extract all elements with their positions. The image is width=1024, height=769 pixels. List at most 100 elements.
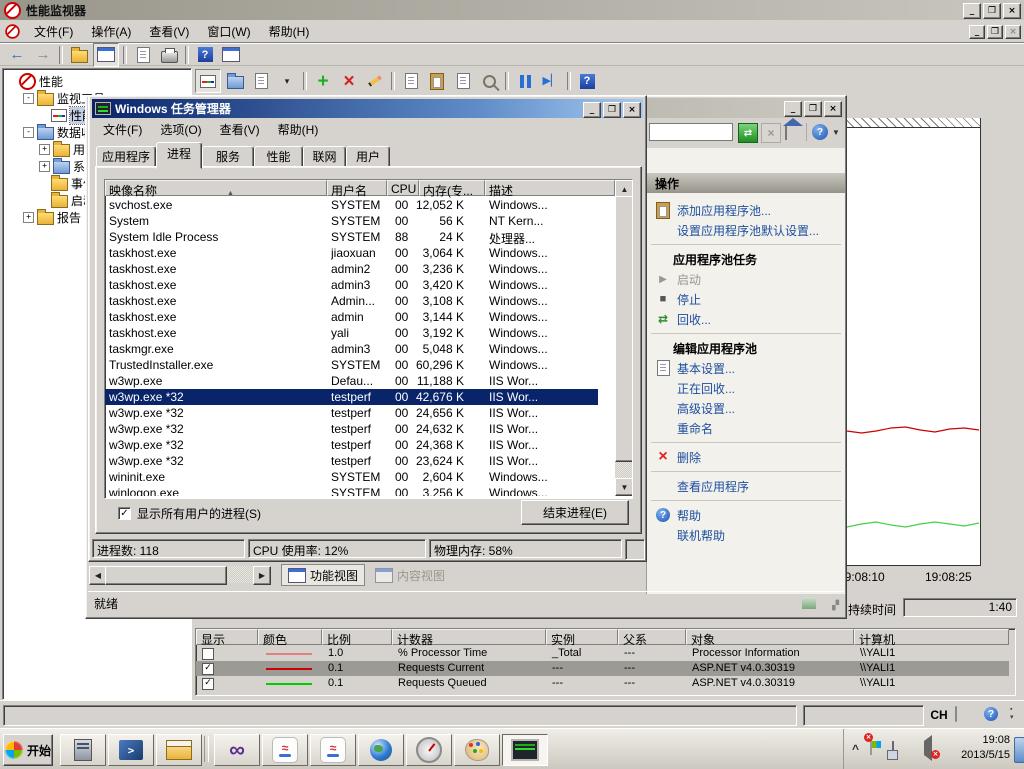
end-process-button[interactable]: 结束进程(E)	[521, 500, 629, 525]
delete-counter-button[interactable]: ×	[337, 70, 361, 92]
menu-item[interactable]: 文件(F)	[94, 118, 151, 141]
process-row[interactable]: taskhost.exe admin2 00 3,236 K Windows...	[105, 261, 598, 277]
gauge-app-button[interactable]	[406, 734, 452, 766]
language-indicator[interactable]: CH	[928, 705, 950, 724]
zoom-button[interactable]	[477, 70, 501, 92]
visual-studio-button[interactable]: ∞	[214, 734, 260, 766]
process-row[interactable]: w3wp.exe *32 testperf 00 23,624 K IIS Wor...	[105, 453, 598, 469]
tab-进程[interactable]: 进程	[156, 142, 202, 169]
process-row[interactable]: taskhost.exe admin3 00 3,420 K Windows...	[105, 277, 598, 293]
legend-checkbox[interactable]	[202, 648, 214, 660]
column-header-3[interactable]: 内存(专...	[419, 180, 485, 198]
view-tab-内容视图[interactable]: 内容视图	[369, 564, 451, 586]
taskmgr-minimize-button[interactable]: _	[583, 102, 601, 118]
process-row[interactable]: taskhost.exe jiaoxuan 00 3,064 K Windows...	[105, 245, 598, 261]
legend-header-0[interactable]: 显示	[196, 629, 258, 647]
process-row[interactable]: taskhost.exe yali 00 3,192 K Windows...	[105, 325, 598, 341]
java-app-button-2[interactable]: ≈	[310, 734, 356, 766]
action-link[interactable]: 高级设置...	[647, 398, 845, 418]
legend-header-7[interactable]: 计算机	[854, 629, 1009, 647]
menu-item[interactable]: 文件(F)	[25, 20, 82, 43]
mdi-close-button[interactable]: ×	[1005, 25, 1021, 39]
iis-address-input[interactable]	[649, 123, 733, 141]
process-row[interactable]: TrustedInstaller.exe SYSTEM 00 60,296 K Wind…	[105, 357, 598, 373]
process-row[interactable]: w3wp.exe *32 testperf 00 24,656 K IIS Wor...	[105, 405, 598, 421]
menu-item[interactable]: 帮助(H)	[260, 20, 319, 43]
process-scrollbar-thumb[interactable]	[615, 196, 632, 462]
iis-go-icon[interactable]: ⇄	[738, 123, 758, 143]
tab-用户[interactable]: 用户	[346, 146, 390, 168]
collapse-icon[interactable]: -	[23, 92, 34, 104]
expand-icon[interactable]: +	[39, 143, 50, 155]
keyboard-icon[interactable]	[955, 706, 957, 722]
iis-stop-icon[interactable]: ×	[761, 123, 781, 143]
tree-item[interactable]: 性能	[7, 72, 63, 90]
process-row[interactable]: System Idle Process SYSTEM 88 24 K 处理器...	[105, 229, 598, 246]
new-window-button[interactable]	[219, 44, 243, 66]
process-row[interactable]: w3wp.exe Defau... 00 11,188 K IIS Wor...	[105, 373, 598, 389]
resize-grip[interactable]: ▞	[832, 600, 840, 611]
close-button[interactable]: ×	[1003, 3, 1021, 19]
properties-button[interactable]	[451, 70, 475, 92]
action-help-round-icon[interactable]: ? 帮助	[647, 505, 845, 525]
action-stop-icon[interactable]: ■ 停止	[647, 289, 845, 309]
tab-性能[interactable]: 性能	[254, 146, 303, 168]
legend-header-1[interactable]: 颜色	[258, 629, 322, 647]
counter-folder-button[interactable]	[223, 70, 247, 92]
highlight-button[interactable]	[363, 70, 387, 92]
add-counter-button[interactable]: +	[311, 70, 335, 92]
process-row[interactable]: wininit.exe SYSTEM 00 2,604 K Windows...	[105, 469, 598, 485]
back-button[interactable]: ←	[5, 44, 29, 66]
expand-icon[interactable]: +	[23, 211, 34, 223]
taskmgr-restore-button[interactable]: ❐	[603, 102, 621, 118]
process-row[interactable]: svchost.exe SYSTEM 00 12,052 K Windows...	[105, 197, 598, 213]
legend-row[interactable]: 1.0 % Processor Time _Total --- Processor In…	[196, 646, 1009, 661]
menu-item[interactable]: 操作(A)	[82, 20, 140, 43]
legend-header-3[interactable]: 计数器	[392, 629, 546, 647]
mdi-restore-button[interactable]: ❐	[987, 25, 1003, 39]
performance-monitor-taskbar-button[interactable]	[502, 734, 548, 766]
scroll-down-icon[interactable]: ▼	[615, 478, 632, 496]
iis-minimize-button[interactable]: _	[784, 101, 802, 117]
volume-icon[interactable]: ×	[918, 735, 940, 761]
tree-item[interactable]: + 报告	[23, 209, 81, 225]
start-button[interactable]: 开始	[3, 734, 53, 766]
iis-manager-button[interactable]	[156, 734, 202, 766]
minimize-button[interactable]: _	[963, 3, 981, 19]
action-link[interactable]: 正在回收...	[647, 378, 845, 398]
action-add-app-pool-icon[interactable]: 添加应用程序池...	[647, 200, 845, 220]
iis-restore-button[interactable]: ❐	[804, 101, 822, 117]
column-header-0[interactable]: 映像名称 ▲	[105, 180, 327, 198]
show-desktop-button[interactable]	[1014, 737, 1024, 763]
taskmgr-close-button[interactable]: ×	[623, 102, 641, 118]
paint-app-button[interactable]	[454, 734, 500, 766]
language-help-icon[interactable]: ?	[984, 707, 998, 721]
action-link[interactable]: 联机帮助	[647, 525, 845, 545]
copy-properties-button[interactable]	[399, 70, 423, 92]
show-all-users-checkbox[interactable]: ✓ 显示所有用户的进程(S)	[118, 505, 261, 522]
mdi-minimize-button[interactable]: _	[969, 25, 985, 39]
process-row[interactable]: w3wp.exe *32 testperf 00 24,632 K IIS Wor...	[105, 421, 598, 437]
legend-checkbox[interactable]: ✓	[202, 663, 214, 675]
server-manager-button[interactable]	[60, 734, 106, 766]
network-icon[interactable]	[892, 741, 894, 757]
process-row[interactable]: taskhost.exe admin 00 3,144 K Windows...	[105, 309, 598, 325]
tab-联网[interactable]: 联网	[303, 146, 346, 168]
iis-close-button[interactable]: ×	[824, 101, 842, 117]
tab-服务[interactable]: 服务	[202, 146, 254, 168]
menu-item[interactable]: 选项(O)	[151, 118, 210, 141]
column-header-1[interactable]: 用户名	[327, 180, 387, 198]
console-tree-button[interactable]	[93, 42, 119, 67]
network-app-button[interactable]	[358, 734, 404, 766]
legend-checkbox[interactable]: ✓	[202, 678, 214, 690]
legend-row[interactable]: ✓ 0.1 Requests Current --- --- ASP.NET v4.0.3…	[196, 661, 1009, 676]
collapse-icon[interactable]: -	[23, 126, 34, 138]
scrollbar-thumb[interactable]	[105, 566, 227, 585]
language-bar-options-icon[interactable]: ▪ ▾	[1010, 706, 1014, 722]
action-basic-settings-icon[interactable]: 基本设置...	[647, 358, 845, 378]
process-row[interactable]: w3wp.exe *32 testperf 00 42,676 K IIS Wor...	[105, 389, 598, 405]
perfmon-title-bar[interactable]: 性能监视器 _ ❐ ×	[0, 0, 1024, 20]
export-list-button[interactable]	[157, 44, 181, 66]
forward-button[interactable]: →	[31, 44, 55, 66]
help-button[interactable]: ?	[193, 44, 217, 66]
